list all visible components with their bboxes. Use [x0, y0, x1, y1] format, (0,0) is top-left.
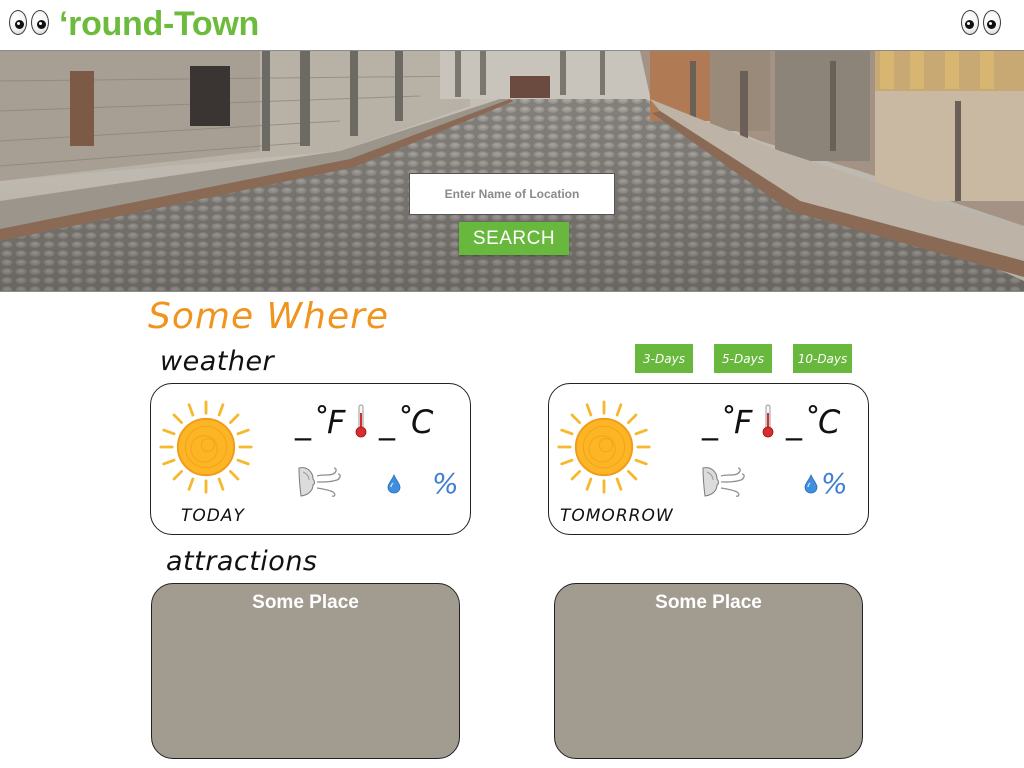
forecast-5-days-button[interactable]: 5-Days [714, 344, 772, 373]
day-label: TOMORROW [560, 506, 674, 526]
weather-card-tomorrow[interactable]: TOMORROW _˚F _˚C % [548, 383, 869, 535]
temperature-fahrenheit: _˚F [295, 403, 346, 441]
water-drop-icon [804, 474, 818, 494]
attraction-title: Some Place [252, 592, 359, 613]
hero-banner: SEARCH [0, 50, 1024, 292]
water-drop-icon [387, 474, 401, 494]
attraction-title: Some Place [655, 592, 762, 613]
location-search-input[interactable] [409, 173, 615, 215]
wind-icon [298, 467, 341, 497]
forecast-3-days-button[interactable]: 3-Days [635, 344, 693, 373]
wind-icon [702, 467, 745, 497]
weather-heading: weather [160, 346, 275, 377]
location-title: Some Where [148, 296, 390, 337]
attraction-card[interactable]: Some Place [151, 583, 460, 759]
day-label: TODAY [181, 506, 245, 526]
sun-icon [159, 400, 253, 494]
search-button[interactable]: SEARCH [459, 222, 569, 255]
app-header: ‘round-Town [0, 0, 1024, 50]
weather-card-today[interactable]: TODAY _˚F _˚C % [150, 383, 471, 535]
thermometer-icon [762, 404, 774, 438]
temperature-celsius: _˚C [379, 403, 434, 441]
thermometer-icon [355, 404, 367, 438]
sun-icon [557, 400, 651, 494]
attraction-card[interactable]: Some Place [554, 583, 863, 759]
temperature-fahrenheit: _˚F [702, 403, 753, 441]
temperature-celsius: _˚C [786, 403, 841, 441]
eyes-icon [961, 9, 1005, 39]
forecast-10-days-button[interactable]: 10-Days [793, 344, 852, 373]
attractions-heading: attractions [166, 546, 318, 577]
humidity-value: % [432, 467, 459, 500]
app-title[interactable]: ‘round-Town [59, 2, 259, 46]
street-photo [0, 51, 1024, 291]
eyes-icon [9, 9, 53, 39]
humidity-value: % [821, 467, 848, 500]
